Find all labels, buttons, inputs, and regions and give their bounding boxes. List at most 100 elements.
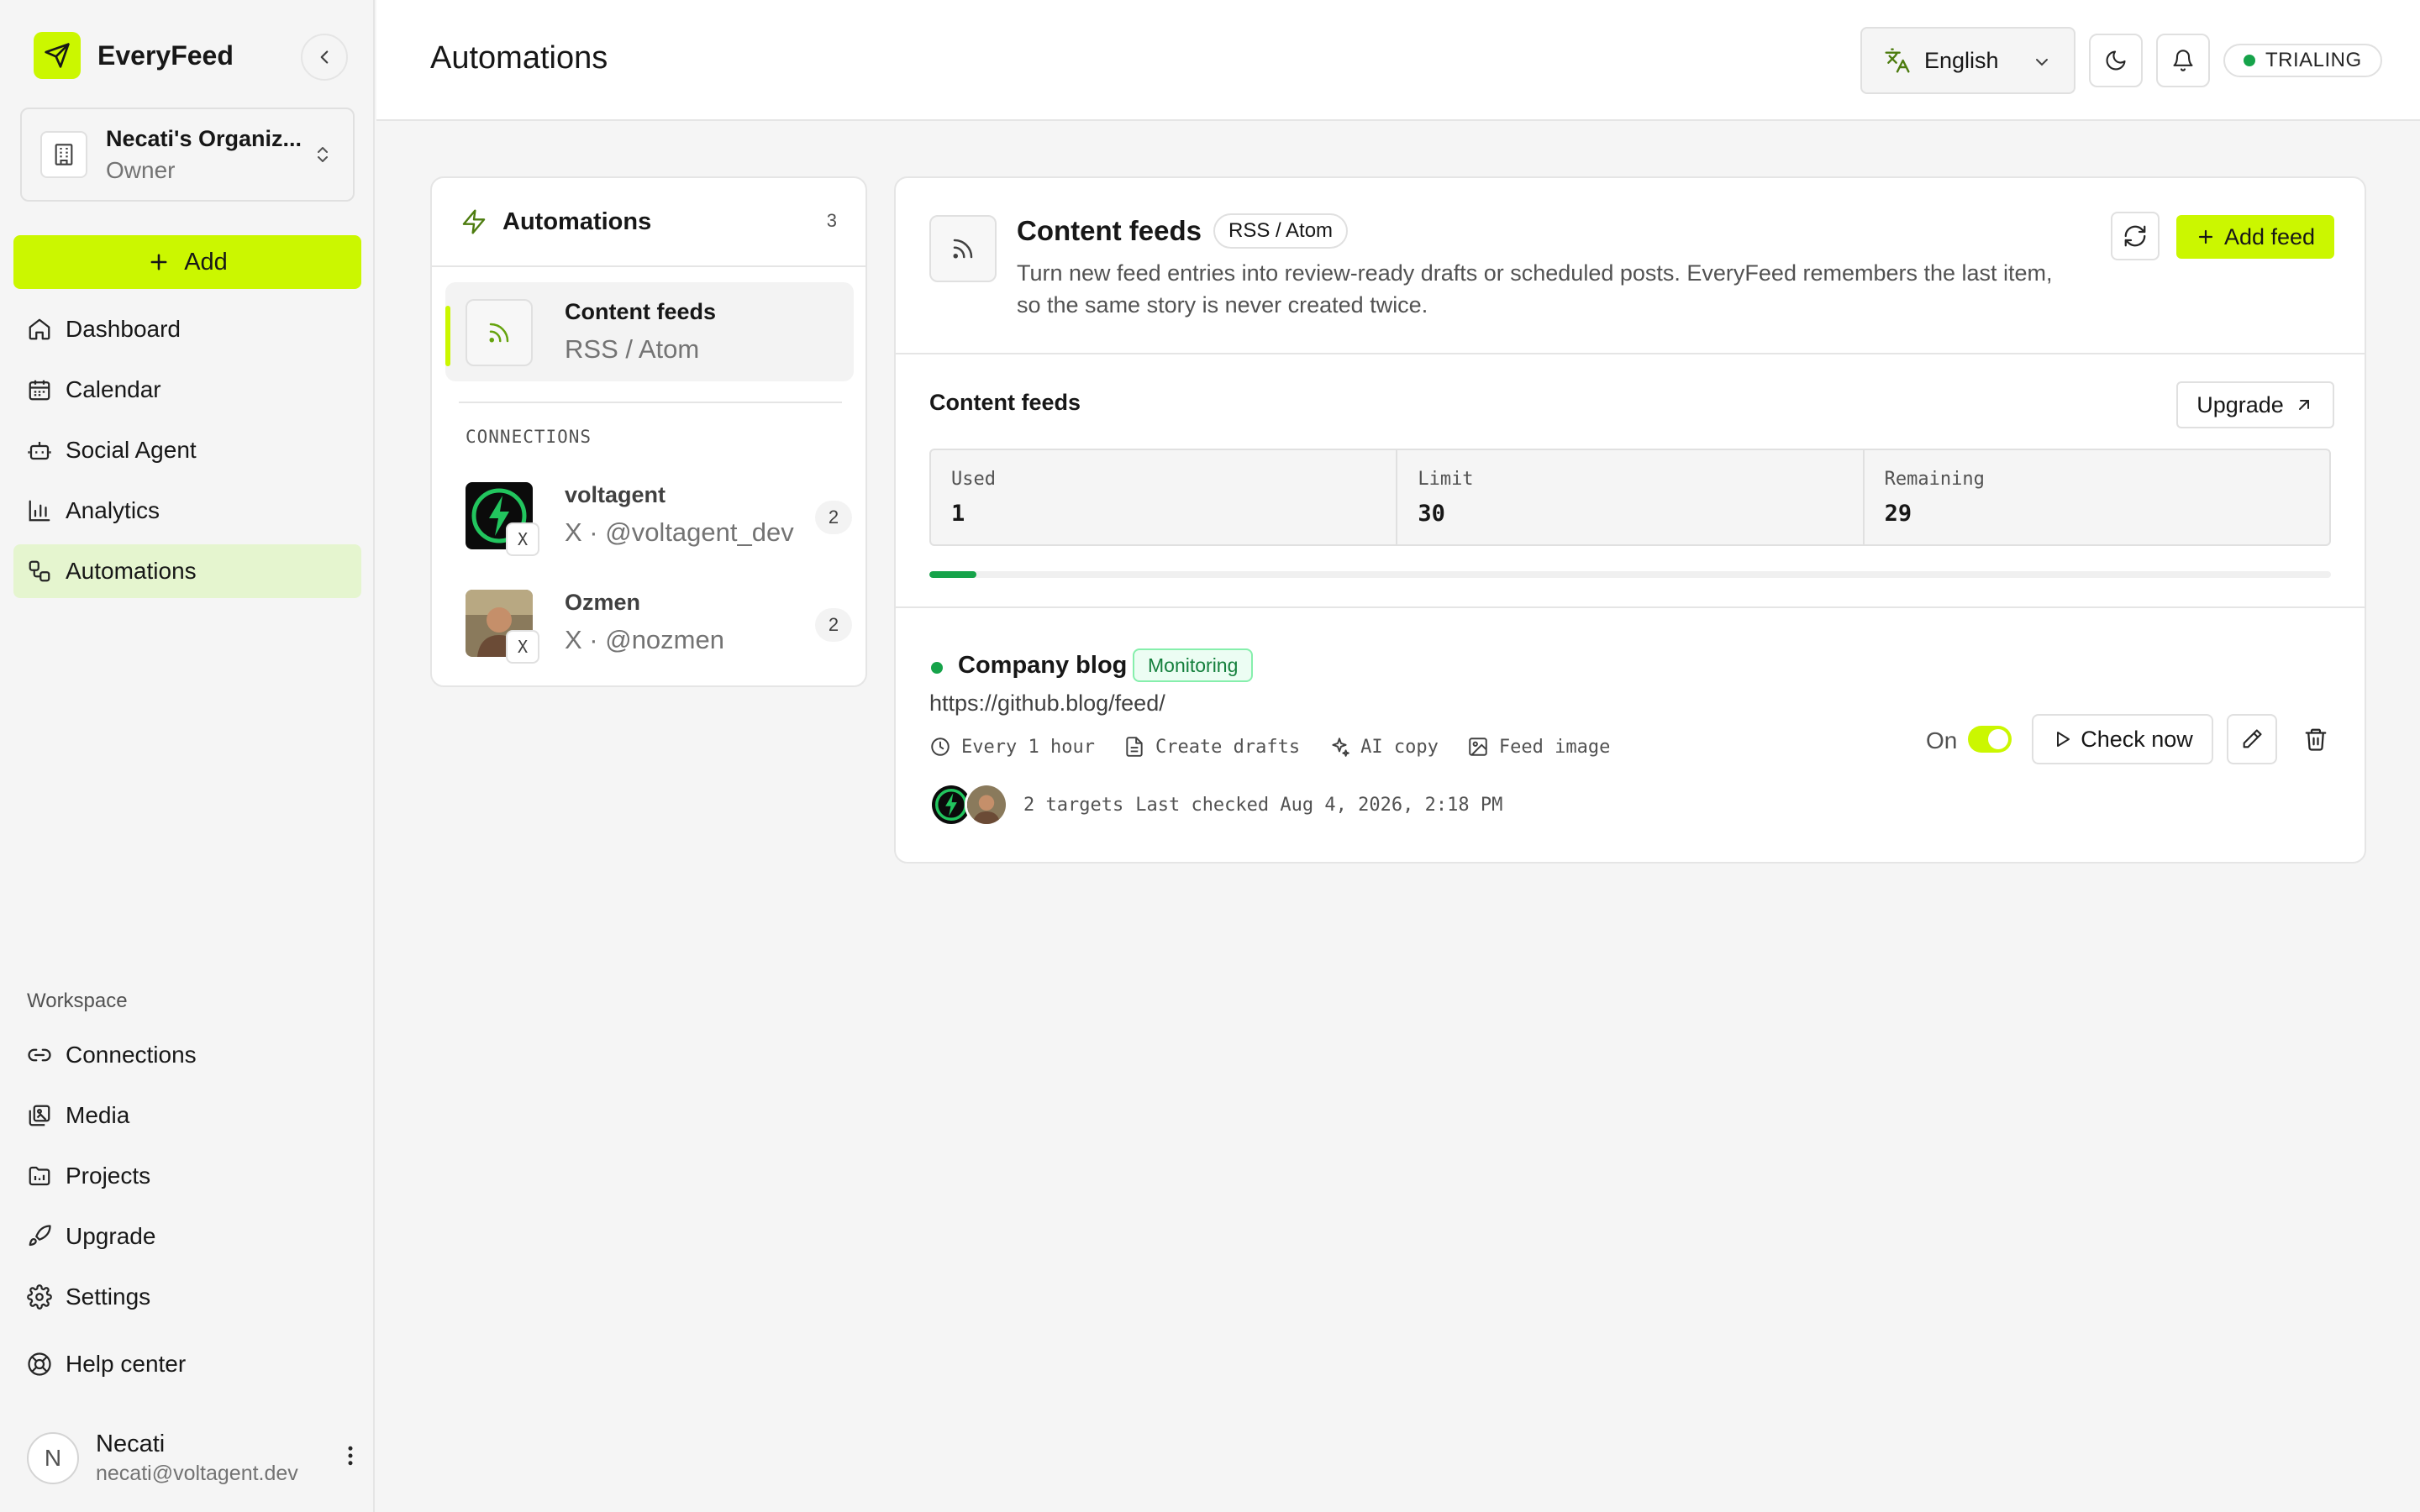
stat-used: Used 1 [931, 450, 1398, 544]
sidebar-item-label: Connections [66, 1042, 197, 1068]
sidebar-item-connections[interactable]: Connections [13, 1028, 361, 1082]
usage-progress-fill [929, 571, 976, 578]
connection-name: Ozmen [565, 590, 641, 615]
page-title: Automations [430, 40, 608, 76]
sidebar-item-media[interactable]: Media [13, 1089, 361, 1142]
connection-name: voltagent [565, 482, 666, 507]
automation-item-content-feeds[interactable]: Content feeds RSS / Atom [445, 282, 854, 381]
sidebar-item-upgrade[interactable]: Upgrade [13, 1210, 361, 1263]
bot-icon [28, 442, 51, 460]
edit-feed-button[interactable] [2227, 714, 2277, 764]
collapse-sidebar-button[interactable] [301, 34, 348, 81]
stat-label: Limit [1418, 469, 1474, 490]
feed-meta-frequency: Every 1 hour [929, 736, 1095, 758]
brand[interactable]: EveryFeed [34, 32, 234, 79]
zap-icon [462, 209, 486, 234]
language-label: English [1924, 47, 1999, 73]
upgrade-button[interactable]: Upgrade [2176, 381, 2334, 428]
home-icon [29, 318, 50, 340]
toggle-knob [1988, 729, 2008, 749]
connection-item[interactable]: X Ozmen X · @nozmen 2 [466, 590, 852, 664]
image-icon [1469, 738, 1487, 756]
content-feeds-description: Turn new feed entries into review-ready … [1017, 260, 2053, 318]
sidebar-item-label: Social Agent [66, 437, 197, 463]
stat-value: 29 [1884, 501, 1912, 527]
format-badge: RSS / Atom [1213, 213, 1349, 249]
automations-list-panel: Automations 3 Content feeds RSS / Atom C… [430, 176, 867, 687]
add-button[interactable]: Add [13, 235, 361, 289]
plus-icon [150, 254, 167, 270]
sidebar-item-dashboard[interactable]: Dashboard [13, 302, 361, 356]
stat-label: Used [951, 469, 996, 490]
notifications-button[interactable] [2156, 34, 2210, 87]
chevron-down-icon [2036, 59, 2048, 66]
x-network-badge: X [506, 522, 539, 556]
last-checked: Last checked Aug 4, 2026, 2:18 PM [1135, 794, 1503, 816]
status-dot-icon [2244, 55, 2255, 66]
sidebar: EveryFeed Necati's Organiz... Owner Add … [0, 0, 375, 1512]
stat-value: 30 [1418, 501, 1445, 527]
arrow-up-right-icon [2298, 400, 2309, 410]
x-network-badge: X [506, 630, 539, 664]
top-header: Automations English TRIALING [376, 0, 2420, 121]
brand-logo-icon [34, 32, 81, 79]
connections-section-label: CONNECTIONS [466, 427, 592, 447]
add-feed-button[interactable]: Add feed [2176, 215, 2334, 259]
sidebar-item-label: Upgrade [66, 1223, 156, 1249]
monitoring-badge: Monitoring [1133, 648, 1254, 682]
usage-section: Content feeds Upgrade Used 1 Limit 30 Re… [896, 356, 2365, 608]
delete-feed-button[interactable] [2294, 717, 2338, 761]
pencil-icon [2243, 729, 2262, 748]
feed-url[interactable]: https://github.blog/feed/ [929, 690, 1165, 717]
stat-remaining: Remaining 29 [1865, 450, 2329, 544]
chevron-left-icon [320, 50, 329, 64]
feed-status-dot [931, 662, 943, 674]
targets-count: 2 targets [1023, 794, 1124, 816]
rocket-icon [29, 1225, 51, 1247]
app-root: EveryFeed Necati's Organiz... Owner Add … [0, 0, 2420, 1512]
chevrons-up-down-icon [318, 147, 328, 162]
sidebar-item-analytics[interactable]: Analytics [13, 484, 361, 538]
check-now-label: Check now [2081, 726, 2193, 752]
life-buoy-icon [28, 1352, 51, 1376]
automations-panel-title: Automations [502, 207, 652, 235]
sidebar-item-automations[interactable]: Automations [13, 544, 361, 598]
feed-meta-action: Create drafts [1123, 736, 1300, 758]
sidebar-item-help-center[interactable]: Help center [13, 1337, 361, 1391]
sidebar-item-calendar[interactable]: Calendar [13, 363, 361, 417]
user-profile[interactable]: N Necati necati@voltagent.dev [27, 1428, 363, 1488]
automation-item-title: Content feeds [565, 299, 717, 324]
more-vertical-icon[interactable] [338, 1443, 363, 1468]
rss-icon [929, 215, 997, 282]
content-feeds-title: Content feeds [1017, 215, 1202, 246]
workflow-icon [29, 560, 50, 582]
content-feeds-panel: Content feeds RSS / Atom Turn new feed e… [894, 176, 2366, 864]
add-feed-label: Add feed [2223, 223, 2316, 249]
divider [459, 402, 842, 403]
status-badge: TRIALING [2223, 44, 2382, 77]
link-icon [28, 1048, 51, 1062]
sidebar-item-projects[interactable]: Projects [13, 1149, 361, 1203]
refresh-button[interactable] [2111, 212, 2160, 260]
automations-count: 3 [826, 210, 837, 231]
feed-targets: 2 targets Last checked Aug 4, 2026, 2:18… [929, 783, 1502, 827]
plus-icon [2198, 229, 2213, 244]
sidebar-item-social-agent[interactable]: Social Agent [13, 423, 361, 477]
language-select[interactable]: English [1860, 27, 2075, 94]
sidebar-item-label: Analytics [66, 497, 160, 523]
user-name: Necati [96, 1431, 166, 1457]
calendar-icon [29, 380, 50, 401]
feed-meta-label: Create drafts [1155, 736, 1301, 758]
connection-item[interactable]: X voltagent X · @voltagent_dev 2 [466, 482, 852, 556]
feed-meta-image: Feed image [1467, 736, 1610, 758]
theme-toggle-button[interactable] [2089, 34, 2143, 87]
sidebar-item-label: Settings [66, 1284, 151, 1310]
org-switcher[interactable]: Necati's Organiz... Owner [20, 108, 355, 202]
feed-enabled-toggle[interactable] [1968, 726, 2012, 753]
languages-icon [1885, 48, 1910, 73]
trash-icon [2305, 728, 2327, 751]
sidebar-item-settings[interactable]: Settings [13, 1270, 361, 1324]
gear-icon [27, 1284, 52, 1310]
sidebar-item-label: Dashboard [66, 316, 181, 342]
check-now-button[interactable]: Check now [2032, 714, 2213, 764]
